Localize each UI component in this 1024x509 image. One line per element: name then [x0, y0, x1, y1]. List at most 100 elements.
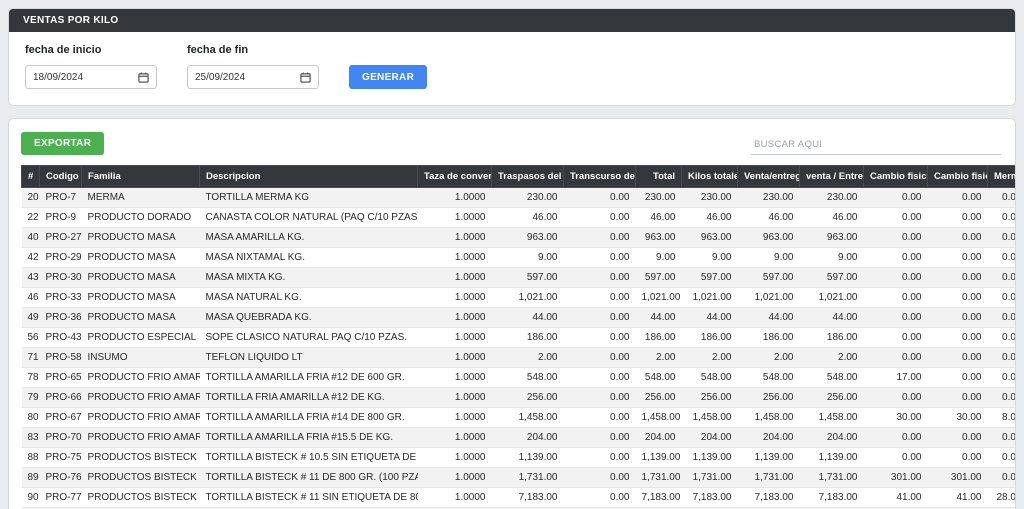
table-cell: 548.00 — [491, 367, 564, 388]
table-cell: 597.00 — [737, 267, 800, 288]
table-cell: 7,183.00 — [681, 487, 738, 508]
table-cell: 9.00 — [737, 247, 800, 268]
end-date-value: 25/09/2024 — [195, 71, 246, 83]
table-cell: 0.00 — [863, 447, 928, 468]
table-cell: PRO-36 — [39, 307, 82, 328]
table-cell: 1,731.00 — [491, 467, 564, 488]
table-cell: 1,139.00 — [635, 447, 682, 468]
table-cell: 0.00 — [863, 307, 928, 328]
column-header[interactable]: Total — [635, 165, 682, 188]
table-cell: TORTILLA FRIA AMARILLA #12 DE KG. — [199, 387, 418, 408]
table-cell: 963.00 — [799, 227, 864, 248]
table-cell: 0.00 — [563, 447, 636, 468]
table-cell: 49 — [21, 307, 40, 328]
table-cell: 963.00 — [491, 227, 564, 248]
table-cell: 0.00 — [863, 187, 928, 208]
table-row: 40 PRO-27 PRODUCTO MASA MASA AMARILLA KG. 1.… — [21, 227, 1015, 248]
column-header[interactable]: Transcurso del dia — [563, 165, 636, 188]
table-cell: 204.00 — [799, 427, 864, 448]
table-cell: 42 — [21, 247, 40, 268]
table-cell: TORTILLA BISTECK # 11 SIN ETIQUETA DE 80… — [199, 487, 418, 508]
table-cell: 301.00 — [863, 467, 928, 488]
table-cell: 1.0000 — [417, 187, 492, 208]
table-cell: 7,183.00 — [799, 487, 864, 508]
table-cell: 1.0000 — [417, 207, 492, 228]
column-header[interactable]: Traspasos del dia — [491, 165, 564, 188]
table-row: 90 PRO-77 PRODUCTOS BISTECK TORTILLA BISTEC… — [21, 487, 1015, 508]
column-header[interactable]: Cambio fisico — [863, 165, 928, 188]
filters-panel: VENTAS POR KILO fecha de inicio 18/09/20… — [8, 8, 1016, 106]
table-cell: 0.00 — [987, 347, 1015, 368]
table-cell: PRO-29 — [39, 247, 82, 268]
table-cell: 1,731.00 — [681, 467, 738, 488]
column-header[interactable]: Familia — [81, 165, 200, 188]
export-button[interactable]: EXPORTAR — [21, 132, 105, 155]
table-cell: 9.00 — [681, 247, 738, 268]
table-cell: SOPE CLASICO NATURAL PAQ C/10 PZAS. — [199, 327, 418, 348]
table-cell: 0.00 — [927, 447, 988, 468]
table-row: 20 PRO-7 MERMA TORTILLA MERMA KG 1.0000 230.0… — [21, 187, 1015, 208]
table-cell: 230.00 — [491, 187, 564, 208]
table-cell: 0.00 — [863, 287, 928, 308]
table-cell: 2.00 — [681, 347, 738, 368]
start-date-input[interactable]: 18/09/2024 — [25, 65, 157, 89]
table-cell: 1.0000 — [417, 347, 492, 368]
table-cell: 40 — [21, 227, 40, 248]
column-header[interactable]: venta / Entreg kg — [799, 165, 864, 188]
table-row: 22 PRO-9 PRODUCTO DORADO CANASTA COLOR NATU… — [21, 207, 1015, 228]
table-cell: 963.00 — [681, 227, 738, 248]
table-row: 46 PRO-33 PRODUCTO MASA MASA NATURAL KG. 1.0… — [21, 287, 1015, 308]
table-cell: PRODUCTO FRIO AMARILLA — [81, 427, 200, 448]
table-cell: 90 — [21, 487, 40, 508]
table-toolbar: EXPORTAR — [9, 119, 1015, 165]
table-cell: PRODUCTOS BISTECK — [81, 467, 200, 488]
table-cell: 0.00 — [987, 267, 1015, 288]
column-header[interactable]: Merma — [987, 165, 1015, 188]
table-cell: 0.00 — [927, 327, 988, 348]
table-cell: 204.00 — [491, 427, 564, 448]
table-cell: 0.00 — [927, 387, 988, 408]
search-input[interactable] — [751, 135, 1001, 155]
table-cell: 1.0000 — [417, 327, 492, 348]
table-cell: 0.00 — [863, 227, 928, 248]
table-cell: TEFLON LIQUIDO LT — [199, 347, 418, 368]
end-date-input[interactable]: 25/09/2024 — [187, 65, 319, 89]
table-cell: MASA NIXTAMAL KG. — [199, 247, 418, 268]
table-cell: 0.00 — [987, 307, 1015, 328]
table-cell: 0.00 — [563, 267, 636, 288]
generate-button[interactable]: GENERAR — [349, 65, 428, 89]
table-cell: 0.00 — [863, 347, 928, 368]
table-cell: 0.00 — [563, 427, 636, 448]
table-cell: 0.00 — [987, 447, 1015, 468]
table-cell: 83 — [21, 427, 40, 448]
table-body: 20 PRO-7 MERMA TORTILLA MERMA KG 1.0000 230.0… — [21, 187, 1015, 509]
table-row: 80PRO-67PRODUCTO FRIO AMARILLATORTILLA A… — [21, 407, 1015, 428]
column-header[interactable]: Venta/entrega — [737, 165, 800, 188]
column-header[interactable]: # — [21, 165, 40, 188]
table-cell: 1,731.00 — [737, 467, 800, 488]
table-cell: 2.00 — [799, 347, 864, 368]
column-header[interactable]: Kilos totales — [681, 165, 738, 188]
column-header[interactable]: Codigo — [39, 165, 82, 188]
table-cell: 1,139.00 — [737, 447, 800, 468]
table-cell: 2.00 — [737, 347, 800, 368]
table-cell: 1.0000 — [417, 387, 492, 408]
filters-body: fecha de inicio 18/09/2024 fecha de fin … — [9, 32, 1015, 105]
table-cell: PRO-30 — [39, 267, 82, 288]
table-cell: 44.00 — [799, 307, 864, 328]
table-cell: 0.00 — [927, 247, 988, 268]
table-cell: PRO-65 — [39, 367, 82, 388]
column-header[interactable]: Taza de conversion — [417, 165, 492, 188]
column-header[interactable]: Cambio fisico Kg — [927, 165, 988, 188]
table-cell: 79 — [21, 387, 40, 408]
table-cell: PRO-67 — [39, 407, 82, 428]
start-date-field: fecha de inicio 18/09/2024 — [25, 44, 157, 89]
table-cell: 1,458.00 — [799, 407, 864, 428]
table-cell: 1.0000 — [417, 267, 492, 288]
table-cell: 0.00 — [563, 307, 636, 328]
table-scroll-area[interactable]: #CodigoFamiliaDescripcionTaza de convers… — [21, 165, 1015, 509]
table-cell: 0.00 — [563, 347, 636, 368]
table-cell: 0.00 — [863, 267, 928, 288]
column-header[interactable]: Descripcion — [199, 165, 418, 188]
table-cell: 41.00 — [863, 487, 928, 508]
